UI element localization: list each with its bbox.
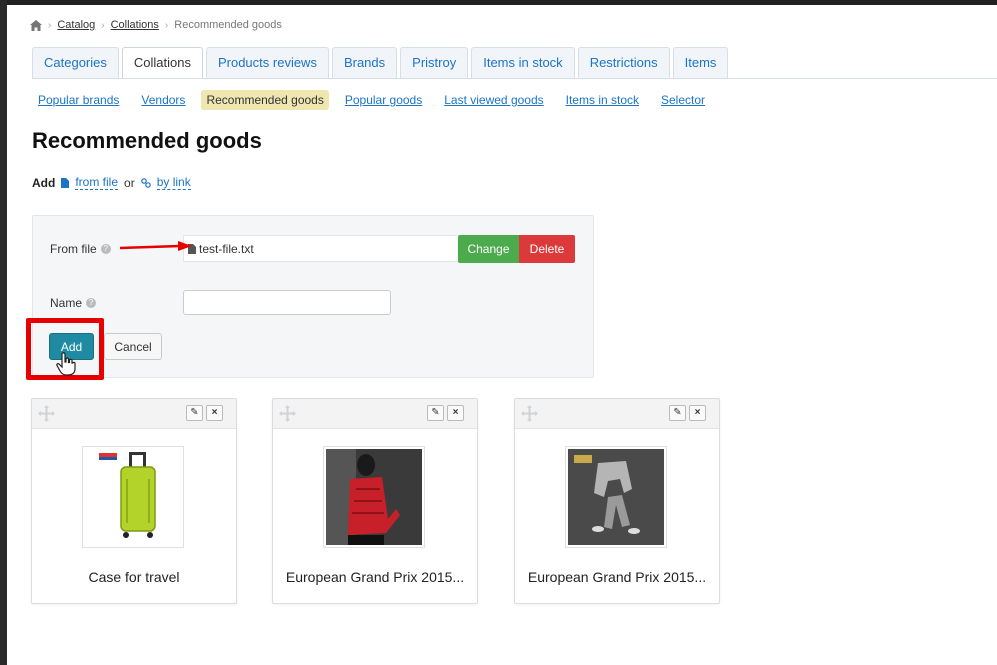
move-icon[interactable] bbox=[520, 404, 539, 423]
product-title: Case for travel bbox=[88, 569, 180, 585]
product-card: ✎ × European Grand Prix 2015... bbox=[514, 398, 720, 604]
close-icon[interactable]: × bbox=[447, 405, 464, 421]
subnav-popular-brands[interactable]: Popular brands bbox=[38, 93, 119, 107]
move-icon[interactable] bbox=[37, 404, 56, 423]
name-row-label: Name ? bbox=[50, 296, 97, 310]
page-title: Recommended goods bbox=[32, 128, 262, 153]
edit-icon[interactable]: ✎ bbox=[669, 405, 686, 421]
breadcrumb-collations-link[interactable]: Collations bbox=[111, 19, 159, 31]
selected-file-field: test-file.txt bbox=[183, 235, 458, 262]
product-title: European Grand Prix 2015... bbox=[527, 569, 707, 585]
tab-pristroy[interactable]: Pristroy bbox=[400, 47, 469, 78]
product-image[interactable] bbox=[82, 446, 184, 548]
add-options: Add from file or by link bbox=[32, 175, 191, 190]
breadcrumb-separator: › bbox=[48, 19, 52, 31]
app-window: › Catalog › Collations › Recommended goo… bbox=[0, 0, 997, 665]
subnav-items-in-stock[interactable]: Items in stock bbox=[566, 93, 639, 107]
product-image[interactable] bbox=[565, 446, 667, 548]
subnav-selector[interactable]: Selector bbox=[661, 93, 705, 107]
name-input[interactable] bbox=[183, 290, 391, 315]
selected-file-name: test-file.txt bbox=[199, 241, 254, 256]
tab-items[interactable]: Items bbox=[672, 47, 729, 78]
add-form-panel: From file ? test-file.txt Change Delete … bbox=[32, 215, 594, 378]
breadcrumb-separator: › bbox=[101, 19, 105, 31]
tab-products-reviews[interactable]: Products reviews bbox=[205, 47, 329, 78]
product-card: ✎ × Case for travel bbox=[31, 398, 237, 604]
tabs-divider bbox=[32, 78, 997, 79]
tab-collations[interactable]: Collations bbox=[121, 47, 203, 78]
main-tabs: Categories Collations Products reviews B… bbox=[32, 47, 729, 78]
link-icon bbox=[140, 177, 151, 188]
change-file-button[interactable]: Change bbox=[458, 235, 519, 263]
help-icon[interactable]: ? bbox=[100, 244, 111, 254]
from-file-row-label: From file ? bbox=[50, 242, 111, 256]
add-by-link-link[interactable]: by link bbox=[156, 175, 191, 190]
tab-restrictions[interactable]: Restrictions bbox=[577, 47, 670, 78]
window-top-border bbox=[0, 0, 997, 5]
breadcrumb-separator: › bbox=[164, 19, 169, 31]
subnav-vendors[interactable]: Vendors bbox=[141, 93, 185, 107]
from-file-label: From file bbox=[50, 242, 97, 256]
subnav-last-viewed-goods[interactable]: Last viewed goods bbox=[444, 93, 543, 107]
subnav-popular-goods[interactable]: Popular goods bbox=[345, 93, 422, 107]
add-from-file-link[interactable]: from file bbox=[75, 175, 119, 190]
cancel-button[interactable]: Cancel bbox=[104, 333, 162, 360]
card-toolbar: ✎ × bbox=[515, 399, 719, 429]
product-title: European Grand Prix 2015... bbox=[285, 569, 465, 585]
gray-outfit-icon bbox=[568, 449, 664, 545]
close-icon[interactable]: × bbox=[206, 405, 223, 421]
suitcase-icon bbox=[99, 452, 156, 538]
annotation-arrow-icon bbox=[120, 241, 192, 251]
close-icon[interactable]: × bbox=[689, 405, 706, 421]
card-toolbar: ✎ × bbox=[273, 399, 477, 429]
tab-items-in-stock[interactable]: Items in stock bbox=[471, 47, 575, 78]
subnav-recommended-goods[interactable]: Recommended goods bbox=[201, 90, 329, 110]
edit-icon[interactable]: ✎ bbox=[186, 405, 203, 421]
add-or-text: or bbox=[124, 175, 135, 190]
breadcrumb: › Catalog › Collations › Recommended goo… bbox=[30, 19, 282, 31]
delete-file-button[interactable]: Delete bbox=[519, 235, 575, 263]
card-toolbar: ✎ × bbox=[32, 399, 236, 429]
file-icon bbox=[61, 177, 70, 188]
edit-icon[interactable]: ✎ bbox=[427, 405, 444, 421]
window-left-border bbox=[0, 0, 7, 665]
tab-categories[interactable]: Categories bbox=[32, 47, 119, 78]
home-icon[interactable] bbox=[30, 19, 42, 31]
help-icon[interactable]: ? bbox=[86, 298, 97, 308]
product-card: ✎ × European Grand Prix 2015... bbox=[272, 398, 478, 604]
breadcrumb-catalog-link[interactable]: Catalog bbox=[57, 19, 95, 31]
tab-brands[interactable]: Brands bbox=[331, 47, 398, 78]
product-image[interactable] bbox=[323, 446, 425, 548]
move-icon[interactable] bbox=[278, 404, 297, 423]
hand-cursor-icon bbox=[56, 352, 76, 376]
collations-subnav: Popular brands Vendors Recommended goods… bbox=[38, 90, 727, 110]
name-label: Name bbox=[50, 296, 83, 310]
red-jacket-icon bbox=[326, 449, 422, 545]
breadcrumb-current: Recommended goods bbox=[174, 19, 282, 31]
add-label: Add bbox=[32, 175, 56, 190]
